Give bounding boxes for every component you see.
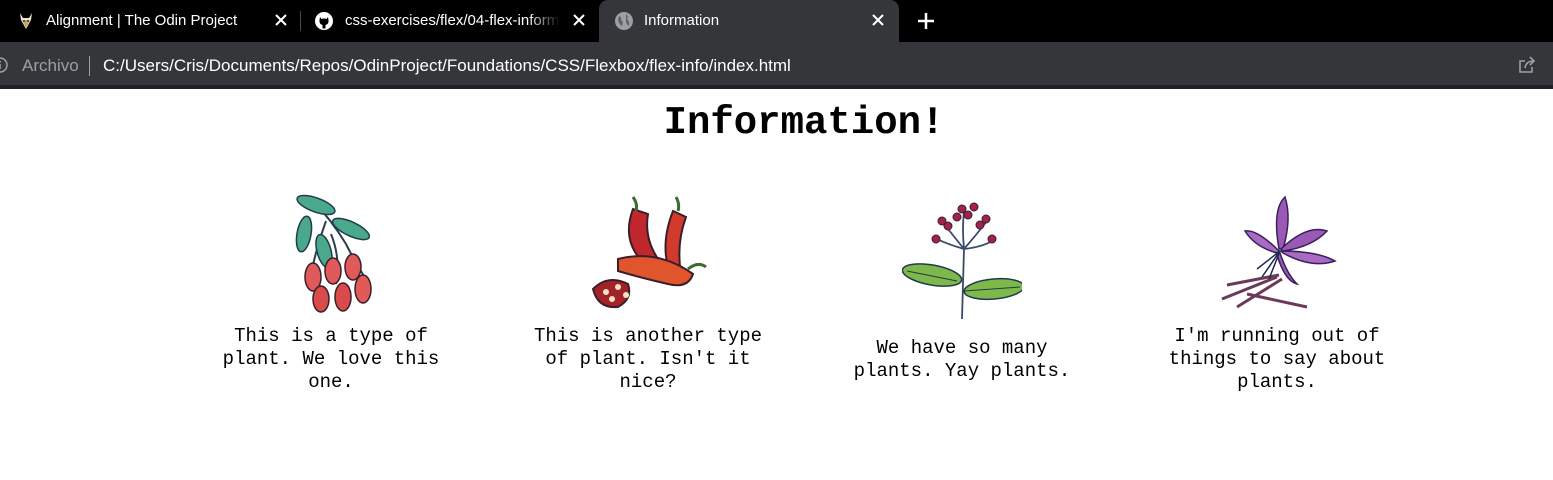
page-title: Information!: [663, 101, 945, 145]
globe-icon: [615, 12, 633, 30]
tab-information[interactable]: Information: [599, 0, 899, 42]
close-icon[interactable]: [871, 13, 885, 27]
plant-description: This is another type of plant. Isn't it …: [533, 325, 763, 393]
new-tab-icon[interactable]: [916, 11, 936, 31]
plant-description: I'm running out of things to say about p…: [1168, 325, 1386, 393]
saffron-flower-image: [1221, 195, 1337, 309]
url-separator: [89, 56, 90, 76]
chili-pepper-image: [591, 196, 707, 309]
tab-title: css-exercises/flex/04-flex-information: [345, 12, 560, 29]
page-content: Information! This is a type of plant. We…: [0, 89, 1553, 480]
url-text[interactable]: C:/Users/Cris/Documents/Repos/OdinProjec…: [103, 56, 791, 76]
plant-description: This is a type of plant. We love this on…: [222, 325, 440, 393]
info-icon[interactable]: [0, 57, 8, 73]
github-icon: [315, 12, 333, 30]
tab-title: Information: [644, 12, 720, 29]
tab-strip: Alignment | The Odin Project css-exercis…: [0, 0, 1553, 42]
close-icon[interactable]: [274, 13, 288, 27]
tab-github[interactable]: css-exercises/flex/04-flex-information: [300, 0, 598, 42]
tab-odin-project[interactable]: Alignment | The Odin Project: [0, 0, 300, 42]
close-icon[interactable]: [572, 13, 586, 27]
elderberry-image: [902, 202, 1022, 319]
plant-description: We have so many plants. Yay plants.: [853, 337, 1071, 382]
share-icon[interactable]: [1517, 55, 1537, 75]
tab-title: Alignment | The Odin Project: [46, 12, 238, 29]
odin-project-icon: [20, 13, 32, 29]
address-bar[interactable]: Archivo C:/Users/Cris/Documents/Repos/Od…: [0, 42, 1553, 87]
goji-berries-image: [295, 194, 372, 313]
origin-label: Archivo: [22, 56, 79, 75]
